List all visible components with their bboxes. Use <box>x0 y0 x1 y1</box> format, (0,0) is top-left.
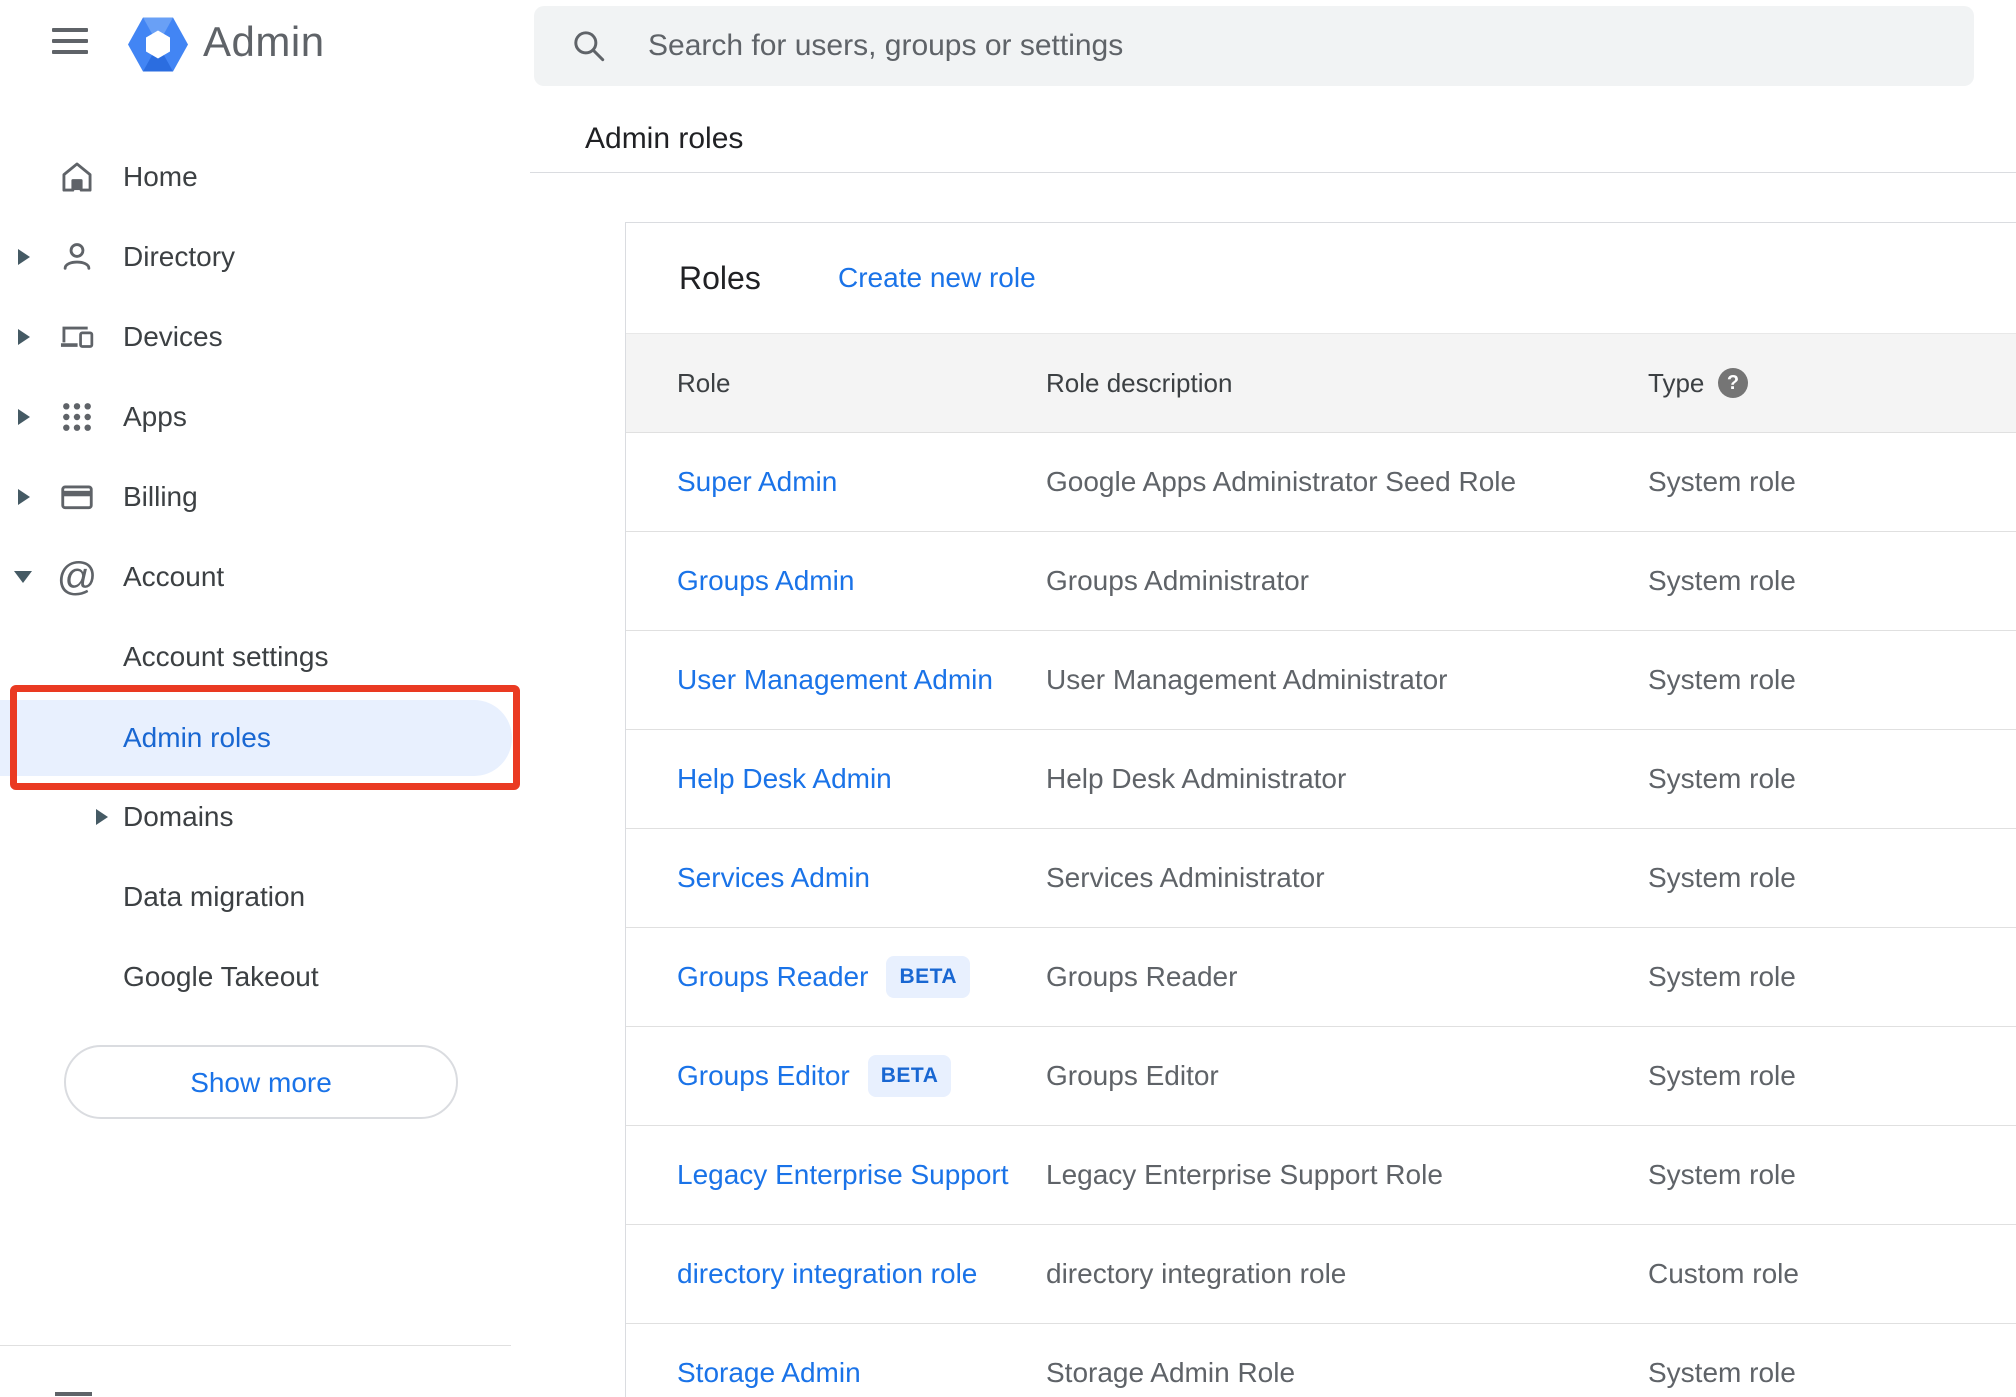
search-bar[interactable] <box>534 6 1974 86</box>
home-icon <box>56 156 98 198</box>
sidebar-item-label: Google Takeout <box>123 961 319 992</box>
role-link[interactable]: Services Admin <box>677 862 870 894</box>
role-link[interactable]: User Management Admin <box>677 664 993 696</box>
column-header-type: Type <box>1648 368 1705 398</box>
person-icon <box>56 236 98 278</box>
role-description: Storage Admin Role <box>1046 1357 1296 1388</box>
sidebar-item-label: Home <box>123 161 198 192</box>
beta-badge: BETA <box>867 1055 952 1097</box>
chevron-right-icon[interactable] <box>18 489 30 505</box>
role-description: User Management Administrator <box>1046 664 1448 695</box>
sidebar-item-domains[interactable]: Domains <box>0 777 530 857</box>
sidebar-item-account[interactable]: @ Account <box>0 537 530 617</box>
chevron-right-icon[interactable] <box>18 249 30 265</box>
role-type: System role <box>1648 466 1796 497</box>
role-link[interactable]: Legacy Enterprise Support <box>677 1159 1009 1191</box>
sidebar-item-account-settings[interactable]: Account settings <box>0 617 530 697</box>
table-row: Services Admin Services Administrator Sy… <box>626 829 2016 928</box>
role-description: Google Apps Administrator Seed Role <box>1046 466 1517 497</box>
table-row: User Management Admin User Management Ad… <box>626 631 2016 730</box>
topbar-divider <box>530 172 2016 173</box>
admin-console-page: { "app": {"title": "Admin"}, "search": {… <box>0 0 2016 1397</box>
sidebar-item-home[interactable]: Home <box>0 137 530 217</box>
sidebar-item-billing[interactable]: Billing <box>0 457 530 537</box>
role-type: System role <box>1648 961 1796 992</box>
apps-grid-icon <box>56 396 98 438</box>
role-link[interactable]: Storage Admin <box>677 1357 861 1389</box>
sidebar-item-label: Admin roles <box>123 722 271 753</box>
role-type: System role <box>1648 862 1796 893</box>
table-row: Storage Admin Storage Admin Role System … <box>626 1324 2016 1397</box>
search-input[interactable] <box>646 28 1974 64</box>
sidebar-item-label: Billing <box>123 481 198 512</box>
role-type: System role <box>1648 1357 1796 1388</box>
role-description: Legacy Enterprise Support Role <box>1046 1159 1443 1190</box>
role-description: Services Administrator <box>1046 862 1325 893</box>
role-description: directory integration role <box>1046 1258 1347 1289</box>
show-more-button[interactable]: Show more <box>64 1045 458 1119</box>
role-link[interactable]: Groups Reader <box>677 961 868 993</box>
table-row: directory integration role directory int… <box>626 1225 2016 1324</box>
sidebar-item-google-takeout[interactable]: Google Takeout <box>0 937 530 1017</box>
role-type: Custom role <box>1648 1258 1799 1289</box>
breadcrumb: Admin roles <box>585 122 744 155</box>
page-title: Roles <box>679 260 761 296</box>
sidebar-item-data-migration[interactable]: Data migration <box>0 857 530 937</box>
roles-card-header: Roles Create new role <box>626 223 2016 333</box>
role-type: System role <box>1648 1159 1796 1190</box>
feedback-icon <box>55 1392 92 1396</box>
column-header-description: Role description <box>1046 368 1233 398</box>
sidebar-item-label: Account settings <box>123 641 329 672</box>
role-description: Groups Administrator <box>1046 565 1309 596</box>
roles-card: Roles Create new role Role Role descript… <box>625 222 2016 1397</box>
role-description: Groups Reader <box>1046 961 1238 992</box>
sidebar-item-label: Devices <box>123 321 223 352</box>
sidebar-bottom-divider <box>0 1345 511 1346</box>
role-link[interactable]: Groups Admin <box>677 565 854 597</box>
sidebar-item-label: Directory <box>123 241 236 272</box>
sidebar-item-label: Domains <box>123 801 234 832</box>
table-row: Legacy Enterprise Support Legacy Enterpr… <box>626 1126 2016 1225</box>
help-icon[interactable]: ? <box>1718 368 1748 398</box>
table-row: Help Desk Admin Help Desk Administrator … <box>626 730 2016 829</box>
sidebar-item-label: Apps <box>123 401 187 432</box>
sidebar-nav: Home Directory Devices Apps Billing @ Ac… <box>0 0 530 1396</box>
role-description: Groups Editor <box>1046 1060 1219 1091</box>
devices-icon <box>56 316 98 358</box>
table-row: Groups Reader BETA Groups Reader System … <box>626 928 2016 1027</box>
chevron-down-icon[interactable] <box>14 571 32 583</box>
role-link[interactable]: Help Desk Admin <box>677 763 892 795</box>
chevron-right-icon[interactable] <box>96 809 108 825</box>
role-type: System role <box>1648 1060 1796 1091</box>
table-header-row: Role Role description Type ? <box>626 333 2016 433</box>
role-type: System role <box>1648 664 1796 695</box>
role-description: Help Desk Administrator <box>1046 763 1347 794</box>
table-row: Super Admin Google Apps Administrator Se… <box>626 433 2016 532</box>
search-icon <box>574 31 605 62</box>
sidebar-item-apps[interactable]: Apps <box>0 377 530 457</box>
role-link[interactable]: directory integration role <box>677 1258 977 1290</box>
sidebar-item-label: Account <box>123 561 225 592</box>
at-sign-icon: @ <box>56 555 98 599</box>
role-type: System role <box>1648 565 1796 596</box>
credit-card-icon <box>56 476 98 518</box>
table-row: Groups Editor BETA Groups Editor System … <box>626 1027 2016 1126</box>
role-link[interactable]: Groups Editor <box>677 1060 850 1092</box>
chevron-right-icon[interactable] <box>18 409 30 425</box>
sidebar-item-admin-roles-selected[interactable]: Admin roles <box>0 700 512 776</box>
sidebar-item-label: Data migration <box>123 881 306 912</box>
role-type: System role <box>1648 763 1796 794</box>
sidebar-item-devices[interactable]: Devices <box>0 297 530 377</box>
role-link[interactable]: Super Admin <box>677 466 837 498</box>
sidebar-item-directory[interactable]: Directory <box>0 217 530 297</box>
create-new-role-link[interactable]: Create new role <box>838 223 1036 333</box>
beta-badge: BETA <box>886 956 971 998</box>
column-header-role: Role <box>677 368 731 398</box>
chevron-right-icon[interactable] <box>18 329 30 345</box>
roles-table-body: Super Admin Google Apps Administrator Se… <box>626 433 2016 1397</box>
table-row: Groups Admin Groups Administrator System… <box>626 532 2016 631</box>
